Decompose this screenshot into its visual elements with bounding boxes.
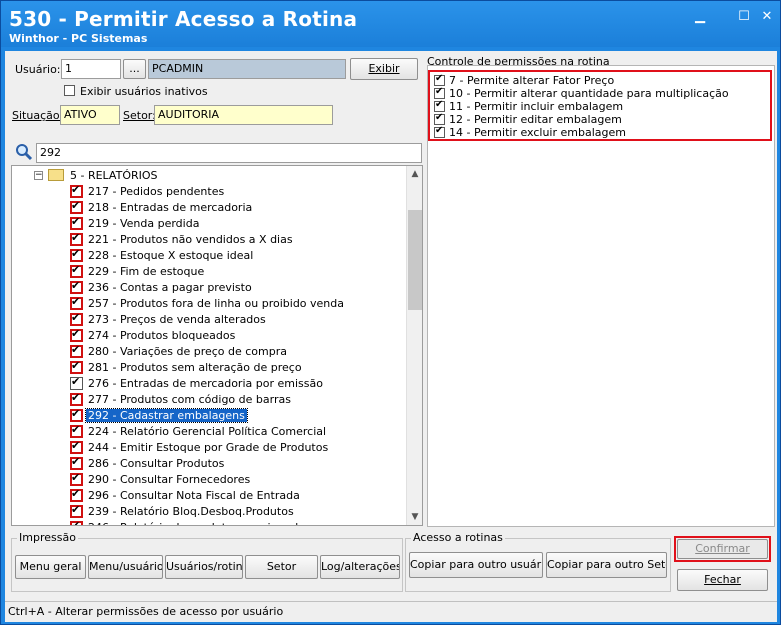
tree-item-checkbox[interactable] — [70, 423, 83, 438]
collapse-icon[interactable]: − — [34, 171, 43, 180]
tree-item-label: 277 - Produtos com código de barras — [88, 393, 291, 406]
permission-label: 14 - Permitir excluir embalagem — [449, 126, 626, 139]
tree-item-label: 228 - Estoque X estoque ideal — [88, 249, 254, 262]
tree-item-label: 244 - Emitir Estoque por Grade de Produt… — [88, 441, 329, 454]
tree-item-checkbox[interactable] — [70, 215, 83, 230]
permission-label: 10 - Permitir alterar quantidade para mu… — [449, 87, 729, 100]
minimize-icon[interactable]: ▁ — [691, 9, 709, 25]
tree-item-label: 290 - Consultar Fornecedores — [88, 473, 251, 486]
tree-item-label: 286 - Consultar Produtos — [88, 457, 225, 470]
main-window: 530 - Permitir Acesso a Rotina Winthor -… — [0, 0, 781, 625]
tree-item-label: 296 - Consultar Nota Fiscal de Entrada — [88, 489, 300, 502]
tree-item-label: 246 - Relatório de produtos consignados — [88, 521, 311, 525]
tree-item-checkbox[interactable] — [70, 503, 83, 518]
user-label: Usuário: — [15, 63, 61, 76]
folder-icon — [48, 169, 64, 181]
usuarios-rotina-button[interactable]: Usuários/rotina — [165, 555, 243, 579]
window-client: Usuário: 1 ... PCADMIN Exibir Exibir usu… — [5, 51, 777, 622]
permission-label: 11 - Permitir incluir embalagem — [449, 100, 624, 113]
tree-item-checkbox[interactable] — [70, 231, 83, 246]
scroll-down-icon[interactable]: ▼ — [407, 509, 422, 525]
confirm-button[interactable]: Confirmar — [677, 539, 768, 559]
tree-item-checkbox[interactable] — [70, 183, 83, 198]
tree-item-label: 229 - Fim de estoque — [88, 265, 205, 278]
window-title: 530 - Permitir Acesso a Rotina — [9, 7, 358, 31]
scroll-thumb[interactable] — [408, 210, 422, 310]
tree-item-checkbox[interactable] — [70, 471, 83, 486]
acesso-title: Acesso a rotinas — [411, 531, 505, 544]
tree-item-checkbox[interactable] — [70, 407, 83, 422]
tree-item-checkbox[interactable] — [70, 391, 83, 406]
tree-item-label: 257 - Produtos fora de linha ou proibido… — [88, 297, 345, 310]
search-input[interactable]: 292 — [36, 143, 422, 163]
menu-usuario-button[interactable]: Menu/usuário — [88, 555, 163, 579]
permission-checkbox[interactable] — [434, 112, 445, 125]
status-bar: Ctrl+A - Alterar permissões de acesso po… — [5, 601, 777, 621]
tree-item-checkbox[interactable] — [70, 295, 83, 310]
tree-item-checkbox[interactable] — [70, 343, 83, 358]
show-user-button[interactable]: Exibir — [350, 58, 418, 80]
title-bar[interactable]: 530 - Permitir Acesso a Rotina Winthor -… — [1, 1, 780, 47]
tree-item-label: 219 - Venda perdida — [88, 217, 200, 230]
tree-item-checkbox[interactable] — [70, 519, 83, 525]
tree-item-label: 239 - Relatório Bloq.Desboq.Produtos — [88, 505, 294, 518]
permission-label: 7 - Permite alterar Fator Preço — [449, 74, 615, 87]
tree-item-checkbox[interactable] — [70, 455, 83, 470]
tree-item-checkbox[interactable] — [70, 247, 83, 262]
tree-item-checkbox[interactable] — [70, 487, 83, 502]
permission-checkbox[interactable] — [434, 99, 445, 112]
log-alteracoes-button[interactable]: Log/alterações — [320, 555, 400, 579]
tree-item-label: 221 - Produtos não vendidos a X dias — [88, 233, 293, 246]
tree-item-label: 292 - Cadastrar embalagens — [85, 408, 248, 423]
tree-item-checkbox[interactable] — [70, 327, 83, 342]
close-icon[interactable]: ✕ — [758, 9, 776, 25]
tree-item-label: 281 - Produtos sem alteração de preço — [88, 361, 302, 374]
permission-checkbox[interactable] — [434, 73, 445, 86]
tree-item-checkbox[interactable] — [70, 375, 83, 390]
tree-item-label: 274 - Produtos bloqueados — [88, 329, 236, 342]
impressao-title: Impressão — [17, 531, 78, 544]
close-button[interactable]: Fechar — [677, 569, 768, 591]
tree-item-checkbox[interactable] — [70, 359, 83, 374]
copy-to-setor-button[interactable]: Copiar para outro Setor — [546, 552, 667, 578]
setor-button[interactable]: Setor — [245, 555, 318, 579]
setor-field: AUDITORIA — [154, 105, 333, 125]
show-inactive-label: Exibir usuários inativos — [80, 85, 208, 98]
tree-item-label: 218 - Entradas de mercadoria — [88, 201, 253, 214]
scroll-up-icon[interactable]: ▲ — [407, 166, 422, 182]
permission-checkbox[interactable] — [434, 86, 445, 99]
permissions-panel: 7 - Permite alterar Fator Preço10 - Perm… — [427, 65, 775, 527]
setor-label: Setor: — [123, 109, 156, 122]
maximize-icon[interactable]: ☐ — [735, 9, 753, 25]
permission-checkbox[interactable] — [434, 125, 445, 138]
tree-item-checkbox[interactable] — [70, 199, 83, 214]
tree-item-label: 276 - Entradas de mercadoria por emissão — [88, 377, 323, 390]
browse-user-button[interactable]: ... — [123, 59, 146, 79]
tree-item-checkbox[interactable] — [70, 311, 83, 326]
user-name-field: PCADMIN — [148, 59, 346, 79]
tree-folder-label: 5 - RELATÓRIOS — [70, 169, 158, 182]
tree-item-label: 280 - Variações de preço de compra — [88, 345, 287, 358]
tree-item-label: 273 - Preços de venda alterados — [88, 313, 266, 326]
permission-label: 12 - Permitir editar embalagem — [449, 113, 622, 126]
user-id-input[interactable]: 1 — [61, 59, 121, 79]
copy-to-user-button[interactable]: Copiar para outro usuário — [409, 552, 543, 578]
situacao-field: ATIVO — [60, 105, 120, 125]
tree-item-checkbox[interactable] — [70, 279, 83, 294]
search-icon — [15, 143, 33, 161]
situacao-label: Situação: — [12, 109, 64, 122]
tree-item-label: 236 - Contas a pagar previsto — [88, 281, 252, 294]
acesso-group: Acesso a rotinas Copiar para outro usuár… — [405, 531, 671, 592]
window-subtitle: Winthor - PC Sistemas — [9, 32, 148, 45]
tree-item-label: 224 - Relatório Gerencial Política Comer… — [88, 425, 327, 438]
menu-geral-button[interactable]: Menu geral — [15, 555, 86, 579]
impressao-group: Impressão Menu geral Menu/usuário Usuári… — [11, 531, 403, 592]
tree-item-checkbox[interactable] — [70, 263, 83, 278]
tree-item-checkbox[interactable] — [70, 439, 83, 454]
show-inactive-checkbox[interactable] — [64, 85, 75, 96]
tree-item-label: 217 - Pedidos pendentes — [88, 185, 225, 198]
tree-scrollbar[interactable]: ▲ ▼ — [406, 166, 422, 525]
routine-tree[interactable]: − 5 - RELATÓRIOS 217 - Pedidos pendentes… — [11, 165, 423, 526]
